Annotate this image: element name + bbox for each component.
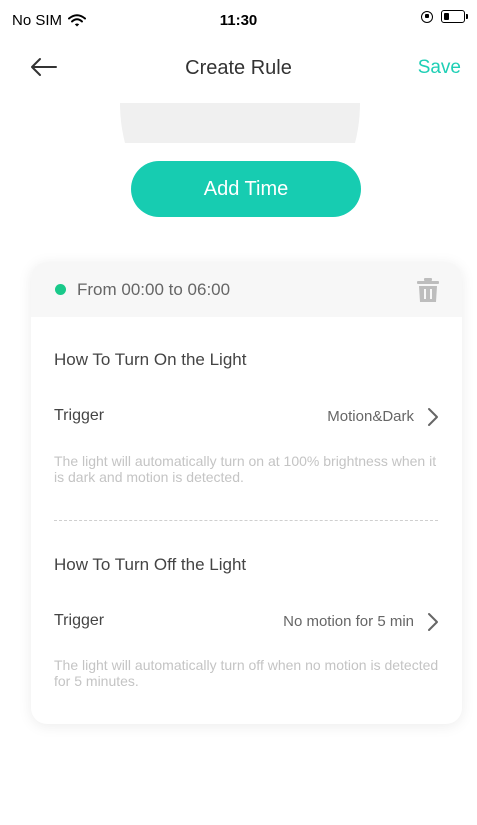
page-title: Create Rule bbox=[185, 57, 292, 79]
rule-card-header: From 00:00 to 06:00 bbox=[31, 262, 462, 317]
battery-level bbox=[444, 13, 449, 20]
time-dial-arc bbox=[120, 103, 360, 143]
turn-off-trigger-row[interactable]: Trigger No motion for 5 min bbox=[54, 610, 440, 634]
chevron-right-icon bbox=[428, 408, 438, 426]
time-range-label: From 00:00 to 06:00 bbox=[77, 280, 231, 299]
save-button[interactable]: Save bbox=[418, 57, 461, 79]
turn-on-description: The light will automatically turn on at … bbox=[54, 453, 437, 485]
turn-on-trigger-value: Motion&Dark bbox=[327, 408, 414, 425]
section-divider bbox=[54, 520, 438, 521]
trash-icon bbox=[417, 278, 439, 302]
chevron-right-icon bbox=[428, 613, 438, 631]
delete-rule-button[interactable] bbox=[416, 277, 440, 303]
active-status-dot bbox=[55, 284, 66, 295]
turn-off-title: How To Turn Off the Light bbox=[54, 555, 247, 574]
turn-off-trigger-value: No motion for 5 min bbox=[283, 613, 414, 630]
status-bar: No SIM 11:30 bbox=[0, 0, 477, 40]
add-time-button[interactable]: Add Time bbox=[131, 161, 361, 217]
rotation-lock-icon bbox=[421, 10, 433, 23]
nav-bar: Create Rule Save bbox=[0, 40, 477, 96]
rule-card: From 00:00 to 06:00 How To Turn On the L… bbox=[31, 262, 462, 724]
battery-icon bbox=[441, 10, 468, 23]
turn-on-trigger-label: Trigger bbox=[54, 407, 105, 424]
turn-on-title: How To Turn On the Light bbox=[54, 350, 247, 369]
turn-off-trigger-label: Trigger bbox=[54, 612, 105, 629]
time-dial[interactable] bbox=[0, 103, 477, 143]
turn-off-description: The light will automatically turn off wh… bbox=[54, 657, 439, 689]
turn-on-trigger-row[interactable]: Trigger Motion&Dark bbox=[54, 405, 440, 429]
status-right bbox=[421, 10, 468, 23]
status-time: 11:30 bbox=[219, 12, 258, 29]
